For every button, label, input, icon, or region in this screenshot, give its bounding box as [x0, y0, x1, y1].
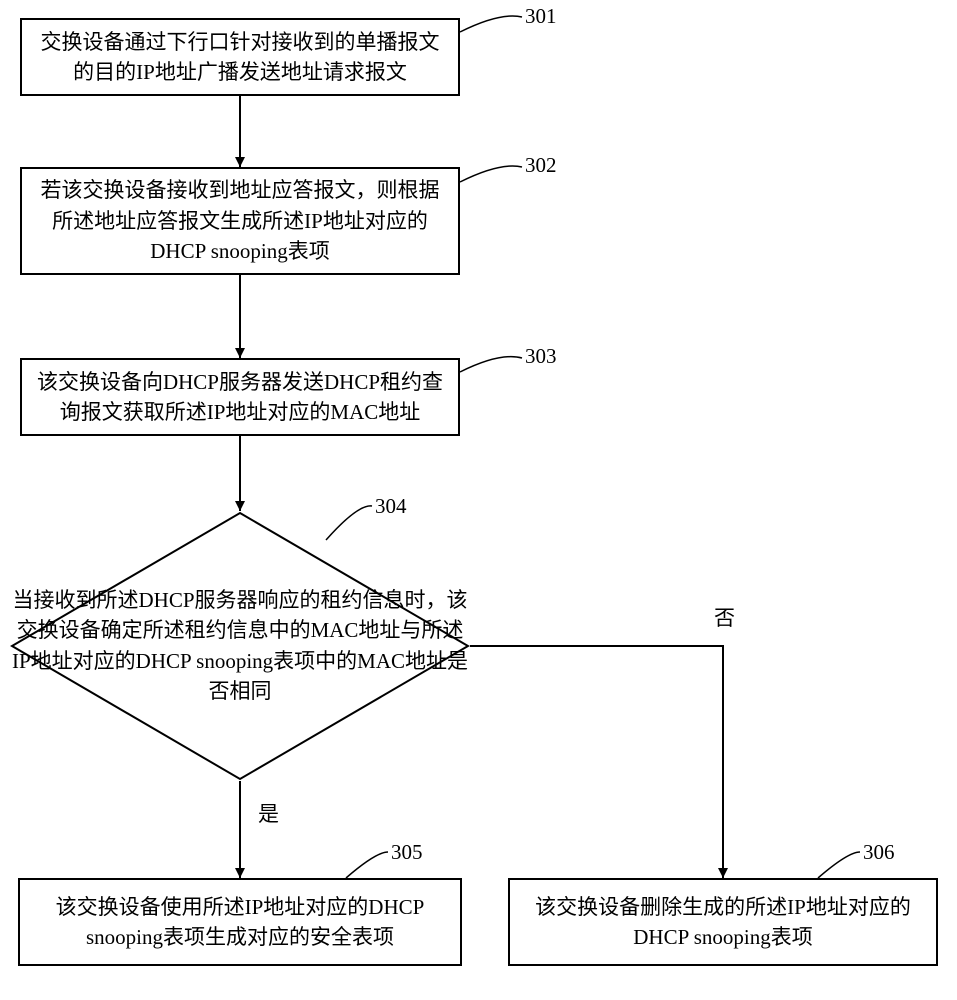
step-303-text: 该交换设备向DHCP服务器发送DHCP租约查询报文获取所述IP地址对应的MAC地…: [36, 367, 444, 428]
branch-no-label: 否: [714, 602, 735, 632]
step-303-number: 303: [525, 344, 557, 369]
step-301-number: 301: [525, 4, 557, 29]
flow-connectors: [0, 0, 957, 1000]
step-306-number: 306: [863, 840, 895, 865]
step-303-box: 该交换设备向DHCP服务器发送DHCP租约查询报文获取所述IP地址对应的MAC地…: [20, 358, 460, 436]
step-304-number: 304: [375, 494, 407, 519]
step-302-box: 若该交换设备接收到地址应答报文，则根据所述地址应答报文生成所述IP地址对应的DH…: [20, 167, 460, 275]
step-306-text: 该交换设备删除生成的所述IP地址对应的DHCP snooping表项: [524, 892, 922, 953]
step-306-box: 该交换设备删除生成的所述IP地址对应的DHCP snooping表项: [508, 878, 938, 966]
branch-yes-label: 是: [258, 798, 279, 828]
step-304-text: 当接收到所述DHCP服务器响应的租约信息时，该交换设备确定所述租约信息中的MAC…: [10, 585, 470, 707]
step-305-number: 305: [391, 840, 423, 865]
step-301-text: 交换设备通过下行口针对接收到的单播报文的目的IP地址广播发送地址请求报文: [36, 27, 444, 88]
step-305-text: 该交换设备使用所述IP地址对应的DHCP snooping表项生成对应的安全表项: [34, 892, 446, 953]
step-305-box: 该交换设备使用所述IP地址对应的DHCP snooping表项生成对应的安全表项: [18, 878, 462, 966]
step-301-box: 交换设备通过下行口针对接收到的单播报文的目的IP地址广播发送地址请求报文: [20, 18, 460, 96]
step-302-text: 若该交换设备接收到地址应答报文，则根据所述地址应答报文生成所述IP地址对应的DH…: [36, 175, 444, 266]
step-304-decision: 当接收到所述DHCP服务器响应的租约信息时，该交换设备确定所述租约信息中的MAC…: [10, 511, 470, 781]
step-302-number: 302: [525, 153, 557, 178]
